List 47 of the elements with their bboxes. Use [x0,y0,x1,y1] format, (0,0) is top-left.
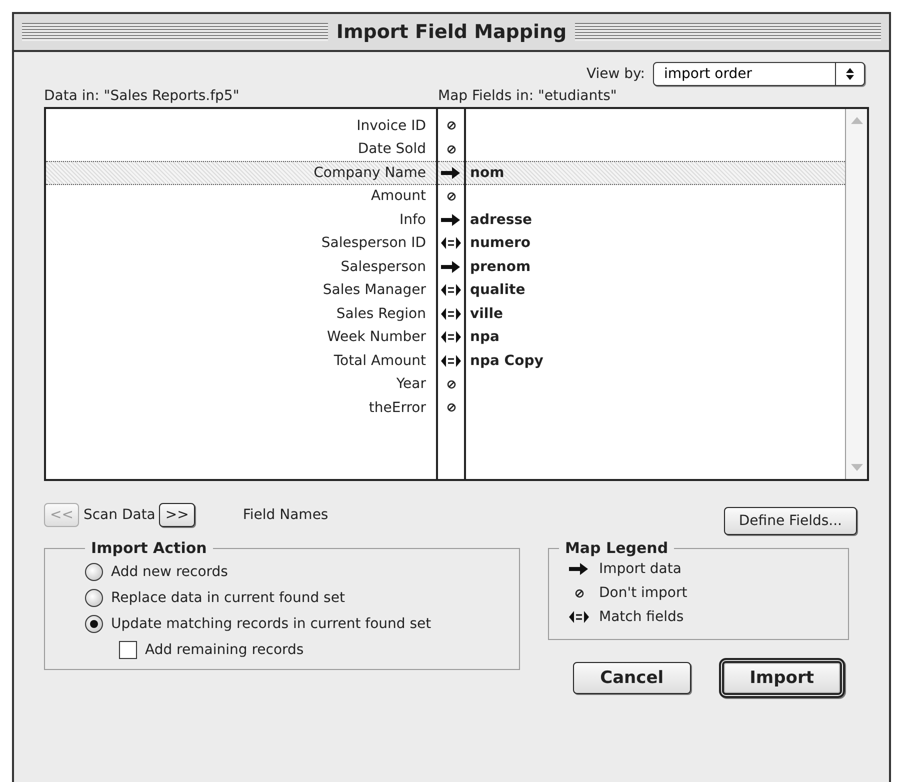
radio-button[interactable] [85,615,103,633]
scan-data-label: Scan Data [83,507,156,523]
fields-in-label: Fields in: "etudiants" [472,88,618,104]
source-field[interactable]: Sales Region [46,302,436,326]
source-field[interactable]: theError [46,396,436,420]
target-field[interactable]: nom [470,164,504,181]
target-field[interactable]: npa Copy [470,352,544,369]
legend-label: Import data [599,561,682,577]
map-label: Map [438,88,469,104]
source-field[interactable]: Week Number [46,326,436,349]
checkbox[interactable] [119,641,137,659]
radio-label[interactable]: Add new records [111,564,228,580]
window-title: Import Field Mapping [336,21,567,43]
map-legend-title: Map Legend [564,539,670,557]
updown-icon [846,68,854,80]
radio-label[interactable]: Replace data in current found set [111,590,345,606]
target-field[interactable]: prenom [470,258,531,275]
view-by-dropdown[interactable]: import order [653,62,865,86]
source-field[interactable]: Invoice ID [46,114,436,138]
source-field[interactable]: Salesperson [46,255,436,278]
view-by-label: View by: [586,66,645,82]
radio-button[interactable] [85,589,103,607]
target-field[interactable]: numero [470,235,531,252]
checkbox-label[interactable]: Add remaining records [145,642,304,658]
data-in-label: Data in: "Sales Reports.fp5" [44,88,240,104]
field-names-label: Field Names [242,507,328,523]
source-field[interactable]: Amount [46,184,436,208]
target-field[interactable]: npa [470,329,500,346]
dialog-button[interactable]: Import [718,658,845,698]
source-field[interactable]: Company Name [46,161,436,184]
target-field[interactable]: qualite [470,282,526,298]
source-field[interactable]: Info [46,208,436,232]
target-field[interactable]: adresse [470,212,532,228]
dialog-button[interactable]: Cancel [573,662,691,694]
define-fields-button[interactable]: Define Fields... [724,507,857,535]
next-button[interactable]: >> [159,503,195,527]
radio-label[interactable]: Update matching records in current found set [111,616,432,632]
source-field[interactable]: Year [46,372,436,396]
legend-label: Match fields [599,609,684,625]
source-field[interactable]: Sales Manager [46,278,436,302]
target-field[interactable]: ville [470,306,504,322]
import-action-title: Import Action [90,539,208,557]
radio-button[interactable] [85,563,103,581]
source-field[interactable]: Date Sold [46,138,436,161]
legend-label: Don't import [599,585,688,601]
source-field[interactable]: Salesperson ID [46,232,436,255]
source-field[interactable]: Total Amount [46,349,436,372]
